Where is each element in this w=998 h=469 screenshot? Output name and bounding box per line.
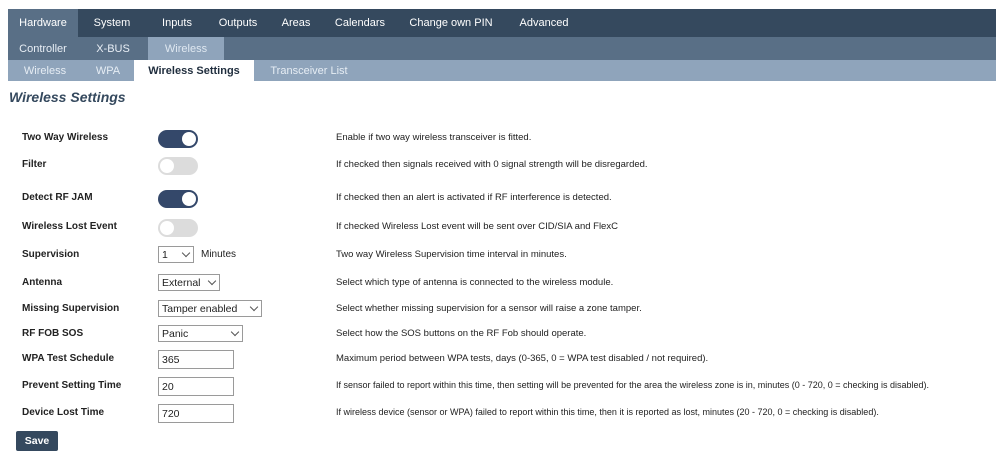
setting-description: Select how the SOS buttons on the RF Fob…: [336, 328, 587, 339]
setting-row-wpa-test-schedule: WPA Test Schedule 365 Maximum period bet…: [0, 349, 998, 371]
setting-description: Select which type of antenna is connecte…: [336, 277, 614, 288]
two-way-wireless-toggle[interactable]: [158, 130, 198, 148]
setting-description: If wireless device (sensor or WPA) faile…: [336, 407, 879, 417]
tab-areas[interactable]: Areas: [268, 9, 324, 37]
setting-description: If sensor failed to report within this t…: [336, 380, 930, 390]
tab-x-bus[interactable]: X-BUS: [78, 37, 148, 60]
setting-label: Detect RF JAM: [22, 192, 93, 203]
chevron-down-icon: [181, 248, 191, 258]
tab-change-own-pin[interactable]: Change own PIN: [396, 9, 506, 37]
setting-label: Wireless Lost Event: [22, 221, 117, 232]
primary-nav: Hardware System Inputs Outputs Areas Cal…: [8, 9, 996, 37]
tab-wireless-sub[interactable]: Wireless: [8, 60, 82, 81]
setting-description: Enable if two way wireless transceiver i…: [336, 132, 532, 143]
chevron-down-icon: [207, 276, 217, 286]
setting-label: Prevent Setting Time: [22, 380, 122, 391]
setting-label: Two Way Wireless: [22, 132, 109, 143]
tab-wireless-settings[interactable]: Wireless Settings: [134, 60, 254, 81]
setting-row-filter: Filter If checked then signals received …: [0, 155, 998, 177]
setting-label: RF FOB SOS: [22, 328, 84, 339]
secondary-nav: Controller X-BUS Wireless: [8, 37, 996, 60]
tertiary-nav: Wireless WPA Wireless Settings Transceiv…: [8, 60, 996, 81]
toggle-knob: [160, 159, 174, 173]
tab-calendars[interactable]: Calendars: [324, 9, 396, 37]
tab-controller[interactable]: Controller: [8, 37, 78, 60]
setting-row-prevent-setting-time: Prevent Setting Time 20 If sensor failed…: [0, 376, 998, 398]
tab-wpa[interactable]: WPA: [82, 60, 134, 81]
device-lost-time-input[interactable]: 720: [158, 404, 234, 423]
wireless-lost-event-toggle[interactable]: [158, 219, 198, 237]
rf-fob-sos-select[interactable]: Panic: [158, 325, 243, 342]
setting-label: Filter: [22, 159, 47, 170]
setting-row-missing-supervision: Missing Supervision Tamper enabled Selec…: [0, 299, 998, 321]
supervision-select[interactable]: 1: [158, 246, 194, 263]
tab-transceiver-list[interactable]: Transceiver List: [254, 60, 364, 81]
wpa-test-schedule-input[interactable]: 365: [158, 350, 234, 369]
supervision-unit: Minutes: [201, 249, 237, 260]
filter-toggle[interactable]: [158, 157, 198, 175]
setting-label: Missing Supervision: [22, 303, 120, 314]
antenna-select[interactable]: External: [158, 274, 220, 291]
setting-row-wireless-lost-event: Wireless Lost Event If checked Wireless …: [0, 217, 998, 239]
chevron-down-icon: [249, 302, 259, 312]
setting-row-device-lost-time: Device Lost Time 720 If wireless device …: [0, 403, 998, 425]
toggle-knob: [182, 132, 196, 146]
chevron-down-icon: [230, 327, 240, 337]
setting-description: Two way Wireless Supervision time interv…: [336, 249, 567, 260]
tab-wireless[interactable]: Wireless: [148, 37, 224, 60]
toggle-knob: [160, 221, 174, 235]
setting-label: Antenna: [22, 277, 62, 288]
setting-label: WPA Test Schedule: [22, 353, 115, 364]
setting-description: If checked then signals received with 0 …: [336, 159, 648, 170]
toggle-knob: [182, 192, 196, 206]
tab-inputs[interactable]: Inputs: [146, 9, 208, 37]
setting-row-detect-rf-jam: Detect RF JAM If checked then an alert i…: [0, 188, 998, 210]
setting-row-two-way-wireless: Two Way Wireless Enable if two way wirel…: [0, 128, 998, 150]
setting-row-supervision: Supervision 1 Minutes Two way Wireless S…: [0, 245, 998, 267]
select-value: 1: [162, 248, 168, 261]
select-value: External: [162, 276, 201, 289]
setting-label: Supervision: [22, 249, 80, 260]
setting-description: If checked then an alert is activated if…: [336, 192, 612, 203]
page-title: Wireless Settings: [9, 89, 126, 105]
tab-advanced[interactable]: Advanced: [506, 9, 582, 37]
setting-label: Device Lost Time: [22, 407, 105, 418]
setting-description: Maximum period between WPA tests, days (…: [336, 353, 709, 364]
tab-hardware[interactable]: Hardware: [8, 9, 78, 37]
prevent-setting-time-input[interactable]: 20: [158, 377, 234, 396]
select-value: Tamper enabled: [162, 302, 238, 315]
detect-rf-jam-toggle[interactable]: [158, 190, 198, 208]
tab-system[interactable]: System: [78, 9, 146, 37]
setting-description: Select whether missing supervision for a…: [336, 303, 642, 314]
setting-row-rf-fob-sos: RF FOB SOS Panic Select how the SOS butt…: [0, 324, 998, 346]
missing-supervision-select[interactable]: Tamper enabled: [158, 300, 262, 317]
tab-outputs[interactable]: Outputs: [208, 9, 268, 37]
select-value: Panic: [162, 327, 189, 340]
setting-description: If checked Wireless Lost event will be s…: [336, 221, 618, 232]
save-button[interactable]: Save: [16, 431, 58, 451]
setting-row-antenna: Antenna External Select which type of an…: [0, 273, 998, 295]
